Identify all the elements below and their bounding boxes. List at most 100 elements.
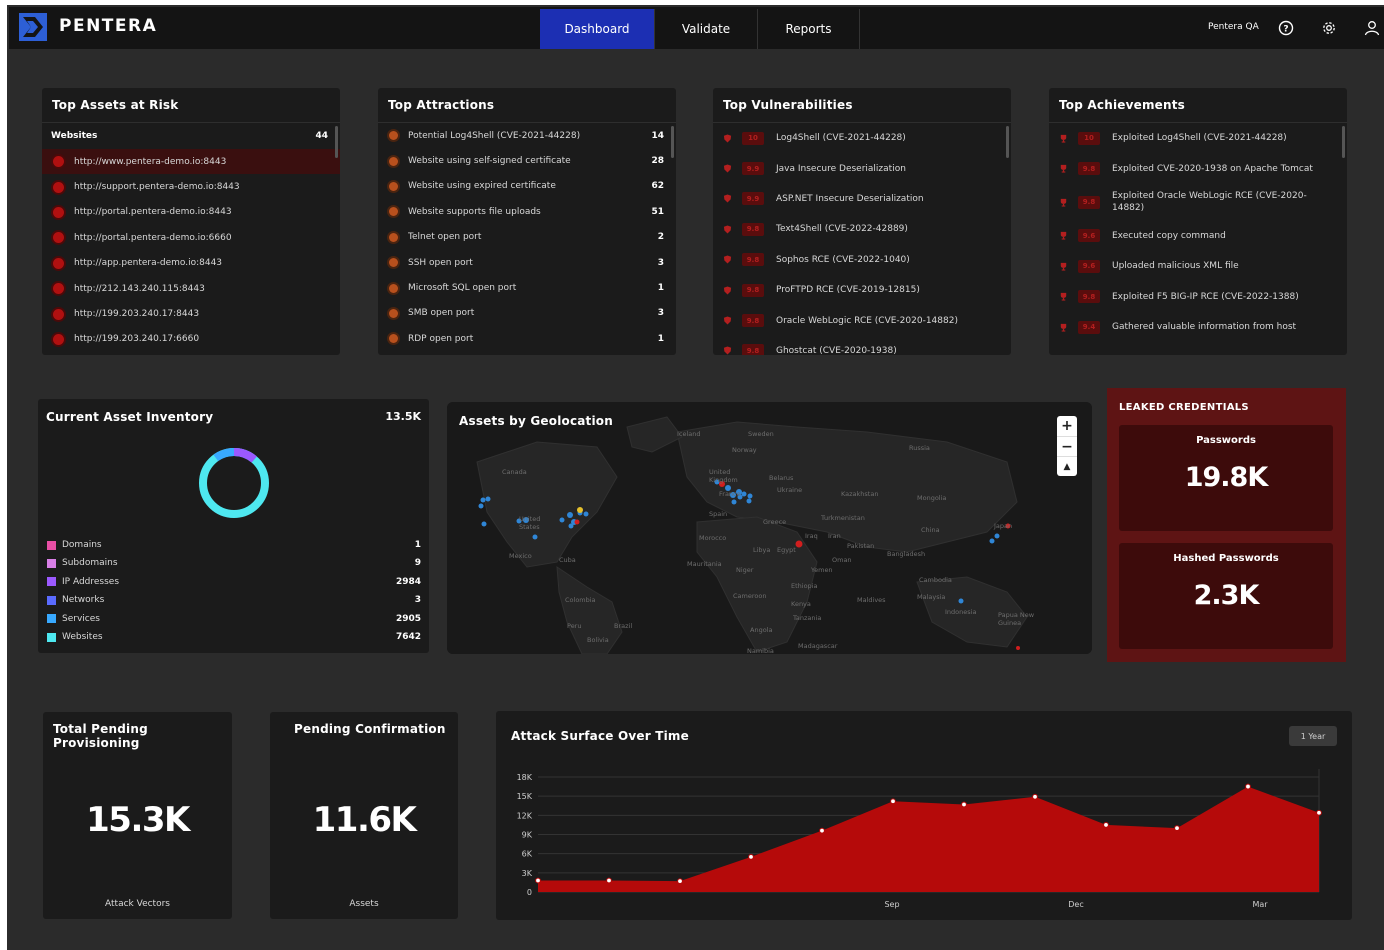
asset-row[interactable]: http://212.143.240.115:8443 bbox=[42, 276, 340, 301]
pending-confirmation-card[interactable]: Pending Confirmation 11.6K Assets bbox=[270, 712, 458, 919]
asset-marker-yellow[interactable] bbox=[577, 507, 583, 513]
inventory-legend-row[interactable]: IP Addresses 2984 bbox=[47, 577, 421, 587]
asset-row[interactable]: http://199.203.240.17:6660 bbox=[42, 327, 340, 352]
data-point bbox=[1174, 825, 1180, 832]
data-point bbox=[890, 798, 896, 805]
inventory-legend-row[interactable]: Networks 3 bbox=[47, 595, 421, 605]
map-country-label: United Kingdom bbox=[709, 468, 738, 484]
scrollbar[interactable] bbox=[671, 126, 674, 158]
attraction-row[interactable]: Website supports file uploads 51 bbox=[378, 199, 676, 224]
compass-icon[interactable]: ▲ bbox=[1057, 456, 1077, 476]
vulnerability-row[interactable]: 9.9 ASP.NET Insecure Deserialization bbox=[713, 184, 1011, 214]
map-country-label: Oman bbox=[832, 556, 852, 564]
top-vulnerabilities-title: Top Vulnerabilities bbox=[723, 98, 853, 112]
vulnerability-row[interactable]: 9.8 Oracle WebLogic RCE (CVE-2020-14882) bbox=[713, 305, 1011, 335]
top-attractions-list: Potential Log4Shell (CVE-2021-44228) 14 We… bbox=[378, 122, 676, 355]
legend-value: 1 bbox=[414, 540, 421, 550]
group-count: 44 bbox=[315, 131, 328, 141]
attraction-row[interactable]: Website using expired certificate 62 bbox=[378, 174, 676, 199]
map-country-label: Brazil bbox=[614, 622, 633, 630]
vulnerability-row[interactable]: 9.8 ProFTPD RCE (CVE-2019-12815) bbox=[713, 275, 1011, 305]
attraction-row[interactable]: Telnet open port 2 bbox=[378, 225, 676, 250]
data-point bbox=[819, 827, 825, 834]
scrollbar[interactable] bbox=[1342, 126, 1345, 158]
severity-badge: 9.6 bbox=[1078, 229, 1100, 243]
legend-label: Services bbox=[62, 613, 100, 624]
hashed-passwords-box[interactable]: Hashed Passwords 2.3K bbox=[1119, 543, 1333, 649]
tab-dashboard[interactable]: Dashboard bbox=[540, 9, 655, 49]
severity-badge: 10 bbox=[742, 131, 764, 145]
zoom-out-icon[interactable]: − bbox=[1057, 436, 1077, 456]
achievement-row[interactable]: 9.8 Exploited CVE-2020-1938 on Apache Tom… bbox=[1049, 153, 1347, 183]
attraction-row[interactable]: Potential Log4Shell (CVE-2021-44228) 14 bbox=[378, 123, 676, 148]
achievement-row[interactable]: 9.6 Executed copy command bbox=[1049, 221, 1347, 251]
passwords-box[interactable]: Passwords 19.8K bbox=[1119, 425, 1333, 531]
top-attractions-title: Top Attractions bbox=[388, 98, 495, 112]
achievement-row[interactable]: 9.8 Exploited F5 BIG-IP RCE (CVE-2022-138… bbox=[1049, 282, 1347, 312]
inventory-legend-row[interactable]: Services 2905 bbox=[47, 614, 421, 624]
scrollbar[interactable] bbox=[335, 126, 338, 158]
achievement-row[interactable]: 9.8 Exploited Oracle WebLogic RCE (CVE-20… bbox=[1049, 184, 1347, 221]
severity-badge: 9.8 bbox=[1078, 162, 1100, 176]
attraction-row[interactable]: SSH open port 3 bbox=[378, 250, 676, 275]
vulnerability-row[interactable]: 9.9 Java Insecure Deserialization bbox=[713, 153, 1011, 183]
asset-row[interactable]: http://199.203.240.17:8443 bbox=[42, 301, 340, 326]
attraction-row[interactable]: Microsoft SQL open port 1 bbox=[378, 275, 676, 300]
map-country-label: Iran bbox=[828, 532, 841, 540]
map-country-label: Norway bbox=[732, 446, 757, 454]
scrollbar[interactable] bbox=[1006, 126, 1009, 158]
attraction-row[interactable]: SMB open port 3 bbox=[378, 301, 676, 326]
pending-provisioning-card[interactable]: Total Pending Provisioning 15.3K Attack … bbox=[43, 712, 232, 919]
achievement-row[interactable]: 9.4 Gathered valuable information from ho… bbox=[1049, 312, 1347, 342]
data-point bbox=[606, 877, 612, 884]
vulnerability-row[interactable]: 9.8 Ghostcat (CVE-2020-1938) bbox=[713, 336, 1011, 355]
top-vulnerabilities-card: Top Vulnerabilities 10 Log4Shell (CVE-202… bbox=[713, 88, 1011, 355]
vulnerability-row[interactable]: 10 Log4Shell (CVE-2021-44228) bbox=[713, 123, 1011, 153]
zoom-in-icon[interactable]: + bbox=[1057, 416, 1077, 436]
hashed-passwords-value: 2.3K bbox=[1193, 580, 1260, 611]
inventory-legend-row[interactable]: Domains 1 bbox=[47, 540, 421, 550]
attraction-row[interactable]: RDP open port 1 bbox=[378, 326, 676, 351]
map-country-label: Cameroon bbox=[733, 592, 767, 600]
top-assets-list: Websites 44 http://www.pentera-demo.io:8… bbox=[42, 122, 340, 355]
map-country-label: Russia bbox=[909, 444, 930, 452]
pending-provisioning-title: Total Pending Provisioning bbox=[53, 722, 148, 750]
brand-name: PENTERA bbox=[59, 16, 158, 36]
user-name[interactable]: Pentera QA bbox=[1208, 22, 1259, 32]
asset-url: http://portal.pentera-demo.io:8443 bbox=[74, 207, 232, 218]
asset-row[interactable]: http://app.pentera-demo.io:8443 bbox=[42, 251, 340, 276]
tab-reports[interactable]: Reports bbox=[758, 9, 860, 49]
legend-swatch bbox=[47, 614, 56, 624]
trophy-icon bbox=[1059, 262, 1068, 271]
achievement-row[interactable]: 10 Exploited Log4Shell (CVE-2021-44228) bbox=[1049, 123, 1347, 153]
item-label: Executed copy command bbox=[1112, 230, 1226, 241]
vulnerability-row[interactable]: 9.8 Text4Shell (CVE-2022-42889) bbox=[713, 214, 1011, 244]
data-point bbox=[961, 801, 967, 808]
user-icon[interactable] bbox=[1363, 19, 1381, 37]
vulnerability-row[interactable]: 9.8 Sophos RCE (CVE-2022-1040) bbox=[713, 245, 1011, 275]
attraction-count: 51 bbox=[651, 206, 664, 217]
data-point bbox=[535, 877, 541, 884]
attraction-dot-icon bbox=[389, 207, 398, 217]
map-country-label: Papua New Guinea bbox=[998, 611, 1035, 627]
asset-row[interactable]: http://www.pentera-demo.io:8443 bbox=[42, 149, 340, 175]
map-country-label: France bbox=[719, 490, 741, 498]
settings-icon[interactable] bbox=[1320, 19, 1338, 37]
trophy-icon bbox=[1059, 231, 1068, 241]
attraction-row[interactable]: Website using self-signed certificate 28 bbox=[378, 148, 676, 173]
achievement-row[interactable]: 9.6 Uploaded malicious XML file bbox=[1049, 251, 1347, 281]
asset-row[interactable]: http://support.pentera-demo.io:8443 bbox=[42, 174, 340, 199]
risk-dot-icon bbox=[53, 257, 64, 269]
severity-badge: 9.9 bbox=[742, 162, 764, 176]
attraction-label: Website supports file uploads bbox=[408, 206, 541, 217]
help-icon[interactable]: ? bbox=[1277, 19, 1295, 37]
item-label: Java Insecure Deserialization bbox=[776, 163, 906, 174]
y-tick-label: 6K bbox=[522, 850, 533, 859]
inventory-legend-row[interactable]: Subdomains 9 bbox=[47, 558, 421, 568]
asset-row[interactable]: http://portal.pentera-demo.io:8443 bbox=[42, 200, 340, 225]
inventory-legend-row[interactable]: Websites 7642 bbox=[47, 632, 421, 642]
severity-badge: 9.8 bbox=[742, 344, 764, 355]
asset-row[interactable]: http://portal.pentera-demo.io:6660 bbox=[42, 225, 340, 250]
tab-validate[interactable]: Validate bbox=[655, 9, 758, 49]
shield-icon bbox=[723, 346, 732, 355]
